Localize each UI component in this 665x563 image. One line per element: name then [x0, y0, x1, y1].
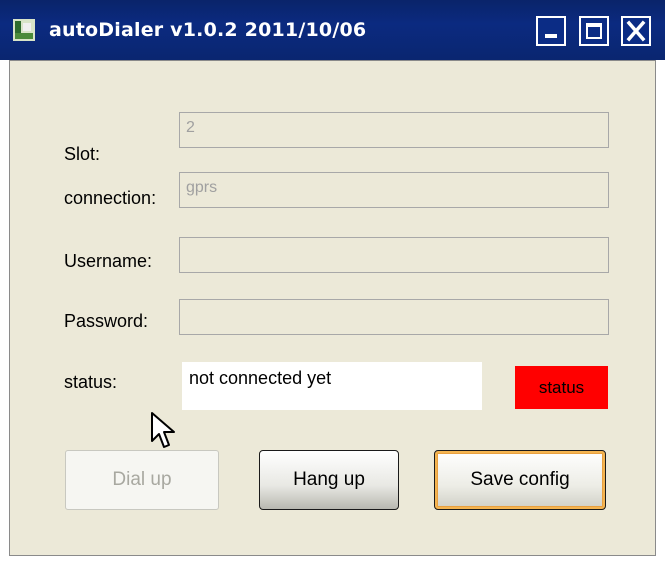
- slot-label: Slot:: [64, 144, 101, 164]
- hang-up-button[interactable]: Hang up: [259, 450, 399, 510]
- connection-label: connection:: [64, 188, 157, 208]
- title-bar[interactable]: autoDialer v1.0.2 2011/10/06: [0, 0, 665, 60]
- password-field[interactable]: [179, 299, 609, 335]
- maximize-icon[interactable]: [579, 16, 609, 46]
- window-title: autoDialer v1.0.2 2011/10/06: [49, 19, 367, 41]
- username-label: Username:: [64, 251, 153, 271]
- password-label: Password:: [64, 311, 149, 331]
- mouse-pointer-icon: [151, 412, 175, 448]
- minimize-icon[interactable]: [536, 16, 566, 46]
- save-config-button[interactable]: Save config: [434, 450, 606, 510]
- status-text-box: not connected yet: [182, 362, 482, 410]
- dial-up-button[interactable]: Dial up: [65, 450, 219, 510]
- connection-field: gprs: [179, 172, 609, 208]
- status-label: status:: [64, 372, 118, 392]
- status-indicator: status: [515, 366, 608, 409]
- app-window: autoDialer v1.0.2 2011/10/06 Slot: 2 con…: [0, 0, 665, 563]
- slot-field: 2: [179, 112, 609, 148]
- close-icon[interactable]: [621, 16, 651, 46]
- username-field[interactable]: [179, 237, 609, 273]
- app-icon: [13, 19, 35, 41]
